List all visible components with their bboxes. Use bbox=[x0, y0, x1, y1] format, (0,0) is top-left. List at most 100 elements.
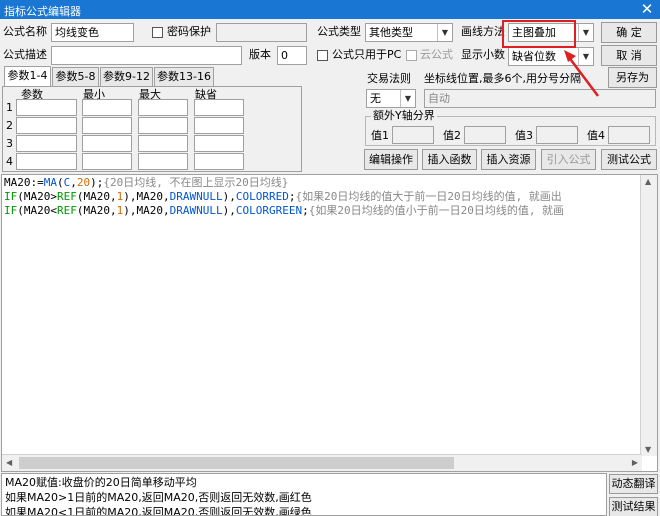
param-3-default[interactable] bbox=[194, 135, 244, 152]
scroll-left-icon[interactable]: ◀ bbox=[6, 458, 12, 467]
param-row-num: 4 bbox=[6, 155, 13, 168]
param-3-name[interactable] bbox=[16, 135, 77, 152]
explanation-line: 如果MA20<1日前的MA20,返回MA20,否则返回无效数,画绿色 bbox=[5, 506, 312, 516]
code-token: ); bbox=[90, 176, 104, 189]
code-token: IF bbox=[4, 190, 18, 203]
param-1-default[interactable] bbox=[194, 99, 244, 116]
vertical-scrollbar[interactable]: ▲ ▼ bbox=[640, 175, 657, 456]
extra-y-label: 额外Y轴分界 bbox=[371, 109, 437, 123]
code-token: (MA20, bbox=[76, 204, 117, 217]
chevron-down-icon[interactable]: ▼ bbox=[437, 24, 452, 41]
code-token: (MA20< bbox=[17, 204, 57, 217]
code-comment: {20日均线, 不在图上显示20日均线} bbox=[103, 176, 289, 189]
window-title: 指标公式编辑器 bbox=[4, 5, 81, 18]
password-label: 密码保护 bbox=[167, 25, 211, 38]
y4-input[interactable] bbox=[608, 126, 650, 144]
y3-input[interactable] bbox=[536, 126, 578, 144]
code-token: MA bbox=[43, 176, 57, 189]
param-3-max[interactable] bbox=[138, 135, 188, 152]
password-checkbox[interactable] bbox=[152, 27, 163, 38]
code-comment: {如果20日均线的值小于前一日20日均线的值, 就画 bbox=[308, 204, 565, 217]
code-editor[interactable]: MA20:=MA(C,20);{20日均线, 不在图上显示20日均线} IF(M… bbox=[1, 174, 658, 472]
pc-only-checkbox[interactable] bbox=[317, 50, 328, 61]
chevron-down-icon[interactable]: ▼ bbox=[578, 24, 593, 41]
scroll-up-icon[interactable]: ▲ bbox=[645, 177, 651, 186]
param-row-num: 3 bbox=[6, 137, 13, 150]
param-row-num: 2 bbox=[6, 119, 13, 132]
insert-function-button[interactable]: 插入函数 bbox=[422, 149, 477, 170]
param-4-min[interactable] bbox=[82, 153, 132, 170]
name-input[interactable]: 均线变色 bbox=[51, 23, 134, 42]
code-token: DRAWNULL bbox=[169, 190, 223, 203]
cloud-checkbox[interactable] bbox=[406, 50, 417, 61]
param-2-max[interactable] bbox=[138, 117, 188, 134]
coord-input[interactable]: 自动 bbox=[424, 89, 656, 108]
code-token: ), bbox=[222, 190, 236, 203]
title-bar: 指标公式编辑器 ✕ bbox=[0, 0, 660, 19]
scroll-down-icon[interactable]: ▼ bbox=[645, 445, 651, 454]
version-label: 版本 bbox=[249, 48, 271, 61]
param-1-max[interactable] bbox=[138, 99, 188, 116]
param-4-default[interactable] bbox=[194, 153, 244, 170]
y2-input[interactable] bbox=[464, 126, 506, 144]
param-3-min[interactable] bbox=[82, 135, 132, 152]
ok-button[interactable]: 确 定 bbox=[601, 22, 657, 43]
description-input[interactable] bbox=[51, 46, 242, 65]
draw-method-label: 画线方法 bbox=[461, 25, 505, 38]
version-input[interactable]: 0 bbox=[277, 46, 307, 65]
description-label: 公式描述 bbox=[3, 48, 47, 61]
code-token: ( bbox=[57, 176, 64, 189]
annotation-highlight-box bbox=[502, 20, 576, 48]
tab-params-1-4[interactable]: 参数1-4 bbox=[4, 66, 51, 87]
tab-params-13-16[interactable]: 参数13-16 bbox=[154, 67, 214, 86]
edit-operation-button[interactable]: 编辑操作 bbox=[364, 149, 418, 170]
decimals-value: 缺省位数 bbox=[512, 50, 556, 63]
y4-label: 值4 bbox=[587, 129, 605, 142]
param-4-name[interactable] bbox=[16, 153, 77, 170]
save-as-button[interactable]: 另存为 bbox=[608, 67, 657, 88]
import-formula-button[interactable]: 引入公式 bbox=[541, 149, 596, 170]
cancel-button[interactable]: 取 消 bbox=[601, 45, 657, 66]
tab-params-5-8[interactable]: 参数5-8 bbox=[52, 67, 99, 86]
test-result-button[interactable]: 测试结果 bbox=[609, 497, 658, 516]
param-2-default[interactable] bbox=[194, 117, 244, 134]
insert-resource-button[interactable]: 插入资源 bbox=[481, 149, 536, 170]
code-token: (MA20, bbox=[76, 190, 117, 203]
test-formula-button[interactable]: 测试公式 bbox=[601, 149, 657, 170]
dynamic-translate-button[interactable]: 动态翻译 bbox=[609, 474, 658, 494]
param-2-min[interactable] bbox=[82, 117, 132, 134]
formula-editor-window: 指标公式编辑器 ✕ 公式名称 均线变色 密码保护 公式类型 其他类型 ▼ 画线方… bbox=[0, 0, 660, 516]
name-label: 公式名称 bbox=[3, 25, 47, 38]
code-token: 20 bbox=[76, 176, 91, 189]
scroll-right-icon[interactable]: ▶ bbox=[632, 458, 638, 467]
code-token: COLORGREEN bbox=[235, 204, 303, 217]
password-input[interactable] bbox=[216, 23, 307, 42]
code-comment: {如果20日均线的值大于前一日20日均线的值, 就画出 bbox=[295, 190, 562, 203]
horizontal-scrollbar[interactable]: ◀ ▶ bbox=[2, 454, 642, 471]
param-1-min[interactable] bbox=[82, 99, 132, 116]
code-token: MA20:= bbox=[4, 176, 44, 189]
code-token: IF bbox=[4, 204, 18, 217]
code-token: , bbox=[70, 176, 77, 189]
y1-input[interactable] bbox=[392, 126, 434, 144]
param-4-max[interactable] bbox=[138, 153, 188, 170]
annotation-arrow-icon bbox=[564, 50, 599, 97]
y3-label: 值3 bbox=[515, 129, 533, 142]
trade-rule-label: 交易法则 bbox=[367, 72, 411, 85]
type-select[interactable]: 其他类型 ▼ bbox=[365, 23, 453, 42]
decimals-label: 显示小数 bbox=[461, 48, 505, 61]
type-label: 公式类型 bbox=[317, 25, 361, 38]
code-token: (MA20> bbox=[17, 190, 57, 203]
close-icon[interactable]: ✕ bbox=[634, 0, 660, 19]
code-token: ; bbox=[302, 204, 309, 217]
trade-rule-select[interactable]: 无 ▼ bbox=[366, 89, 416, 108]
code-token: REF bbox=[57, 204, 77, 217]
tab-params-9-12[interactable]: 参数9-12 bbox=[100, 67, 153, 86]
param-2-name[interactable] bbox=[16, 117, 77, 134]
horizontal-scroll-thumb[interactable] bbox=[19, 457, 454, 469]
param-1-name[interactable] bbox=[16, 99, 77, 116]
code-line-3: IF(MA20<REF(MA20,1),MA20,DRAWNULL),COLOR… bbox=[4, 204, 564, 218]
code-line-2: IF(MA20>REF(MA20,1),MA20,DRAWNULL),COLOR… bbox=[4, 190, 562, 204]
cloud-label: 云公式 bbox=[420, 48, 453, 61]
chevron-down-icon[interactable]: ▼ bbox=[400, 90, 415, 107]
